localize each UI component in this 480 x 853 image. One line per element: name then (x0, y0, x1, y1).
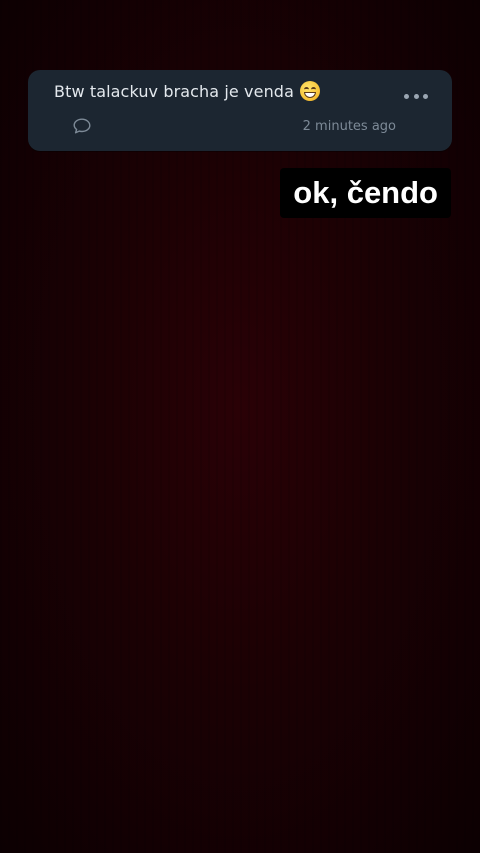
post-timestamp: 2 minutes ago (302, 119, 396, 134)
comment-icon[interactable] (72, 117, 92, 135)
grinning-emoji-icon (299, 81, 320, 101)
shared-post-card[interactable]: Btw talackuv bracha je venda 2 minutes a… (28, 70, 452, 151)
post-text: Btw talackuv bracha je venda (54, 82, 294, 101)
text-sticker[interactable]: ok, čendo (280, 168, 451, 218)
more-options-icon[interactable] (404, 92, 428, 100)
post-text-line: Btw talackuv bracha je venda (54, 81, 320, 102)
